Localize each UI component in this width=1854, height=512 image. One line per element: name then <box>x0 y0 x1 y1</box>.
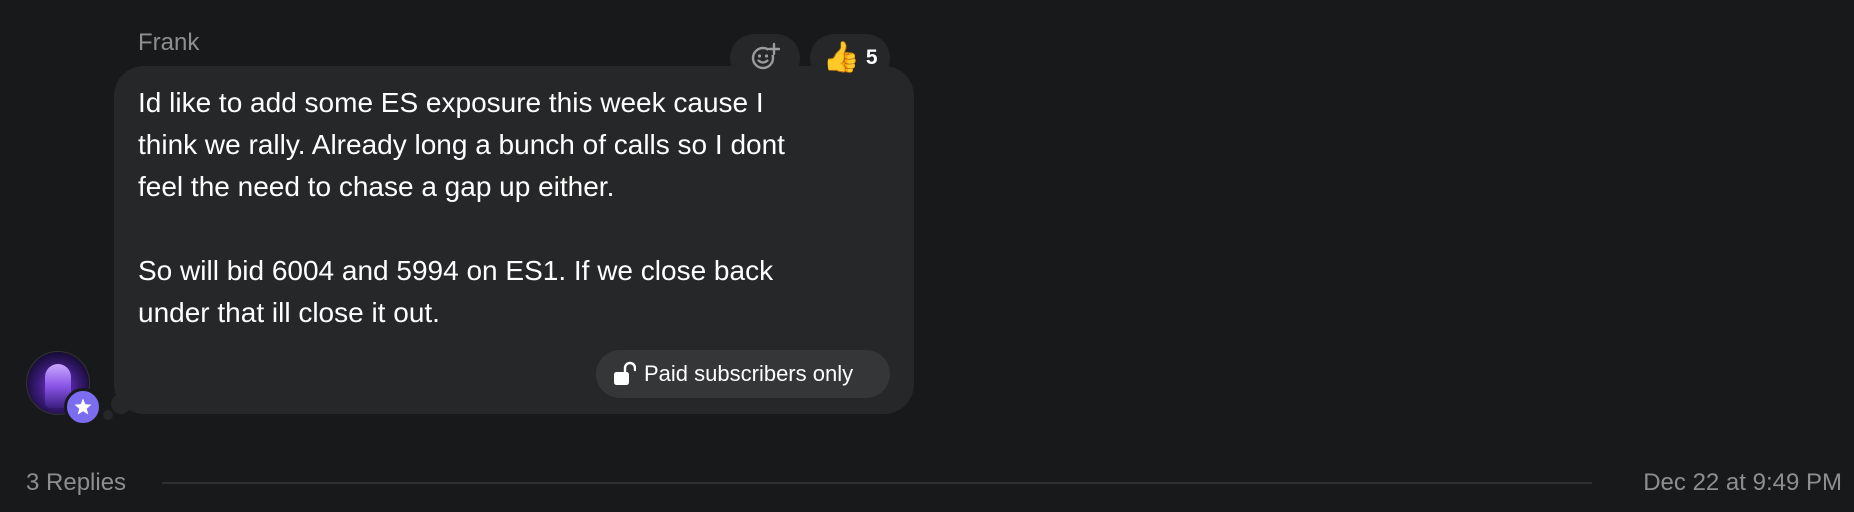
star-badge-icon <box>64 388 102 426</box>
paid-subscribers-label: Paid subscribers only <box>644 361 854 386</box>
reaction-count: 5 <box>865 46 878 69</box>
chat-message-view: Frank Id like to add some ES exposure th… <box>0 0 1854 512</box>
sender-name[interactable]: Frank <box>138 28 199 58</box>
replies-link[interactable]: 3 Replies <box>26 468 126 498</box>
bubble-tail <box>103 410 113 420</box>
message-timestamp: Dec 22 at 9:49 PM <box>1643 469 1842 496</box>
add-reaction-button[interactable] <box>730 34 800 82</box>
unlock-icon <box>610 360 638 388</box>
add-reaction-icon <box>750 41 781 76</box>
message-text: Id like to add some ES exposure this wee… <box>138 87 785 328</box>
paid-subscribers-badge[interactable]: Paid subscribers only <box>596 350 890 398</box>
thread-divider <box>162 482 1592 484</box>
thumbs-up-icon: 👍 <box>822 40 860 75</box>
thumbs-up-reaction[interactable]: 👍 5 <box>810 34 890 82</box>
